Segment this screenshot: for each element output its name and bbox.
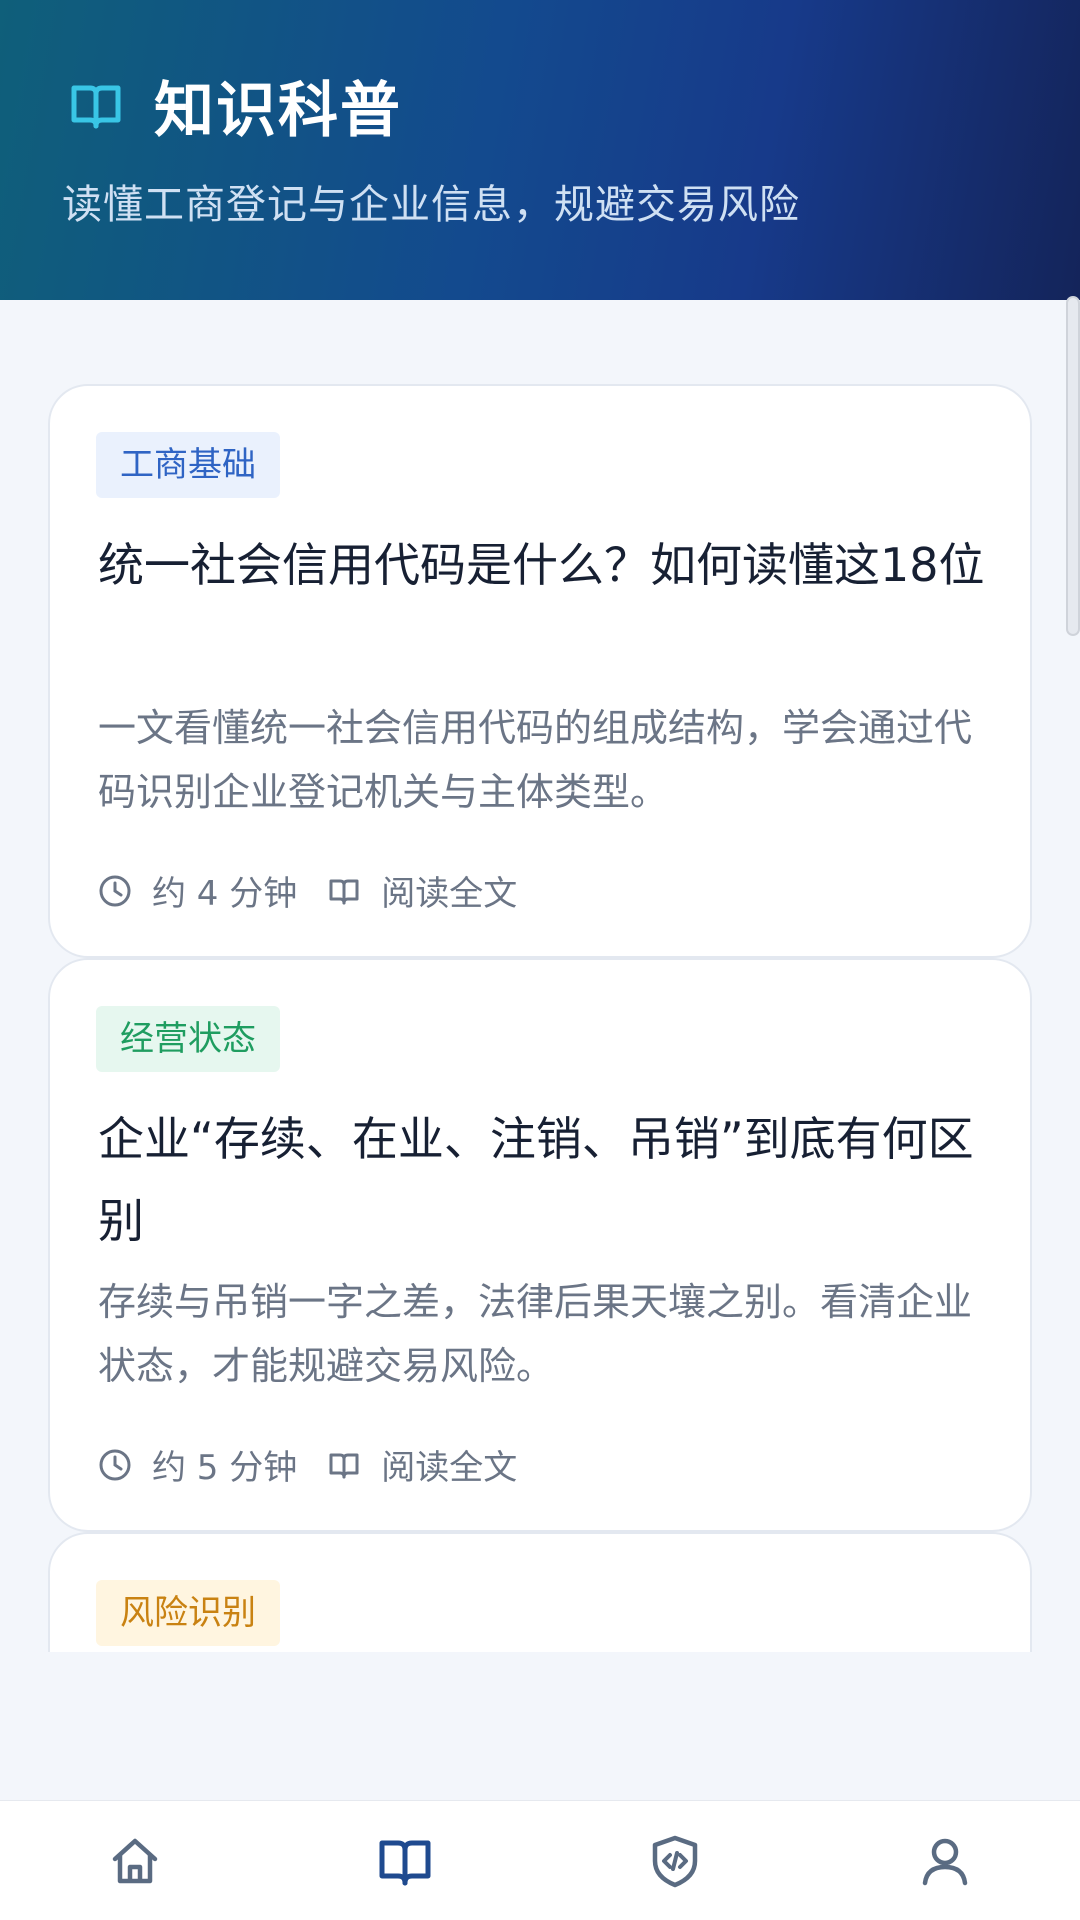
shield-code-icon (652, 1835, 698, 1887)
article-meta: 约 5 分钟 阅读全文 (98, 1440, 517, 1489)
article-list: 工商基础 统一社会信用代码是什么？如何读懂这18位 一文看懂统一社会信用代码的组… (0, 300, 1080, 1652)
read-time: 约 5 分钟 (152, 1448, 298, 1488)
user-icon (922, 1838, 968, 1885)
bottom-nav (0, 1800, 1080, 1920)
article-title[interactable]: 企业“存续、在业、注销、吊销”到底有何区别 (98, 1098, 988, 1262)
article-description: 一文看懂统一社会信用代码的组成结构，学会通过代码识别企业登记机关与主体类型。 (98, 706, 973, 814)
nav-profile[interactable] (875, 1801, 1015, 1920)
home-icon (112, 1838, 158, 1883)
page-subtitle: 读懂工商登记与企业信息，规避交易风险 (62, 182, 800, 228)
article-tag: 风险识别 (96, 1580, 280, 1646)
article-tag: 经营状态 (96, 1006, 280, 1072)
nav-security[interactable] (605, 1801, 745, 1920)
nav-home[interactable] (65, 1801, 205, 1920)
book-open-icon (379, 1840, 431, 1885)
read-full-link[interactable]: 阅读全文 (381, 1440, 517, 1489)
article-title[interactable]: 统一社会信用代码是什么？如何读懂这18位 (98, 524, 988, 606)
read-full-link[interactable]: 阅读全文 (381, 866, 517, 915)
article-meta: 约 4 分钟 阅读全文 (98, 866, 517, 915)
book-icon (329, 879, 359, 904)
book-icon (329, 1453, 359, 1478)
article-description: 存续与吊销一字之差，法律后果天壤之别。看清企业状态，才能规避交易风险。 (98, 1280, 973, 1388)
nav-knowledge[interactable] (335, 1801, 475, 1920)
header-title-row: 知识科普 (70, 62, 402, 149)
clock-icon (99, 1449, 131, 1480)
clock-icon (99, 875, 131, 906)
article-card[interactable]: 经营状态 企业“存续、在业、注销、吊销”到底有何区别 存续与吊销一字之差，法律后… (48, 958, 1032, 1532)
knowledge-screen: 知识科普 读懂工商登记与企业信息，规避交易风险 工商基础 统一社会信用代码是什么… (0, 0, 1080, 1920)
read-time: 约 4 分钟 (152, 874, 298, 914)
book-open-icon (71, 85, 121, 128)
page-header: 知识科普 读懂工商登记与企业信息，规避交易风险 (0, 0, 1080, 300)
article-tag: 工商基础 (96, 432, 280, 498)
article-card[interactable]: 风险识别 (48, 1532, 1032, 1652)
article-card[interactable]: 工商基础 统一社会信用代码是什么？如何读懂这18位 一文看懂统一社会信用代码的组… (48, 384, 1032, 958)
page-title: 知识科普 (154, 76, 402, 146)
